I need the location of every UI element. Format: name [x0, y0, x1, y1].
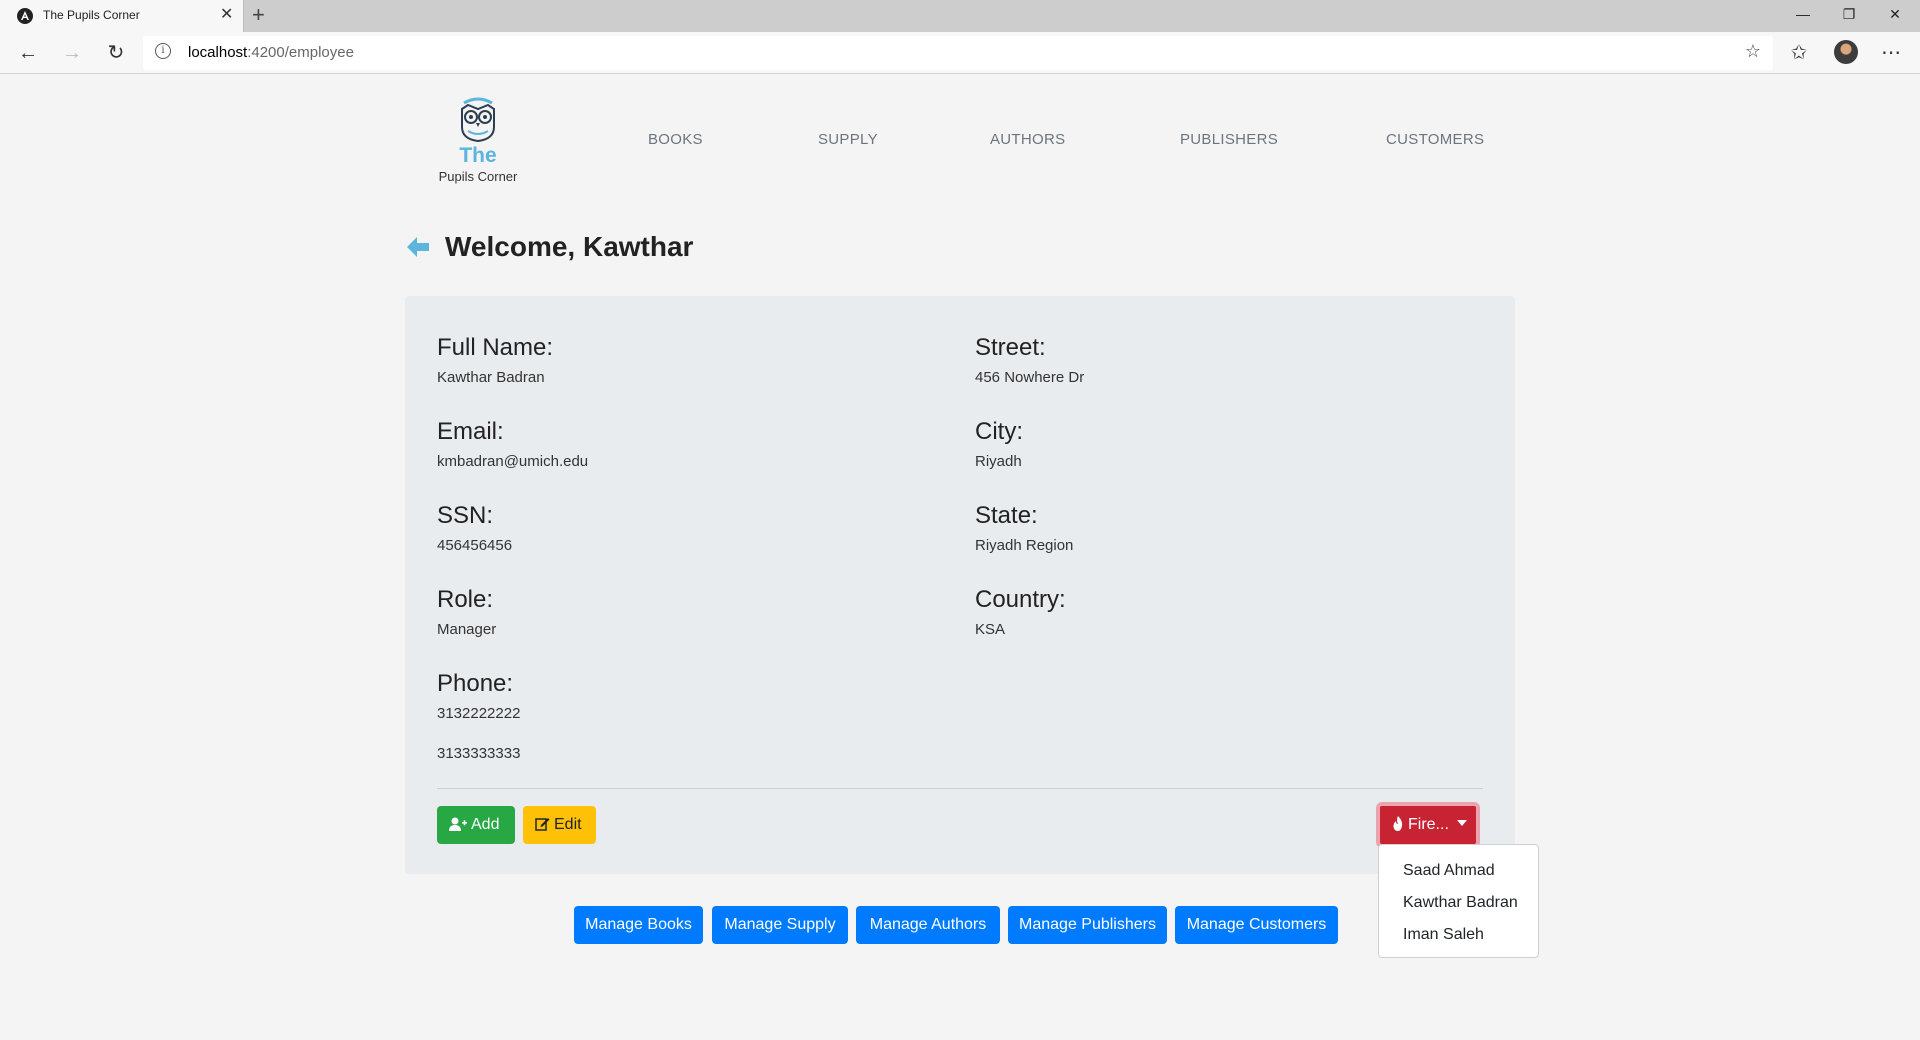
card-divider: [437, 788, 1483, 789]
full-name-value: Kawthar Badran: [437, 369, 545, 386]
fire-dropdown-button[interactable]: Fire...: [1378, 804, 1478, 846]
dropdown-item-iman-saleh[interactable]: Iman Saleh: [1379, 919, 1538, 951]
state-label: State:: [975, 502, 1038, 529]
phone-value-1: 3132222222: [437, 705, 521, 722]
email-label: Email:: [437, 418, 504, 445]
browser-tab-strip: The Pupils Corner ✕ + — ❐ ✕: [0, 0, 1920, 32]
role-value: Manager: [437, 621, 497, 638]
profile-avatar[interactable]: [1834, 40, 1858, 64]
logo-name-text: Pupils Corner: [438, 169, 518, 184]
back-arrow-icon[interactable]: [405, 235, 431, 259]
restore-icon[interactable]: ❐: [1826, 0, 1872, 32]
employee-profile-card: Full Name: Kawthar Badran Email: kmbadra…: [405, 296, 1515, 874]
url-host: localhost: [188, 44, 248, 61]
caret-down-icon: [1456, 820, 1467, 826]
owl-logo-icon: [461, 97, 495, 143]
page-title: Welcome, Kawthar: [445, 231, 694, 262]
nav-publishers[interactable]: PUBLISHERS: [1180, 131, 1278, 148]
email-value: kmbadran@umich.edu: [437, 453, 589, 470]
city-value: Riyadh: [975, 453, 1022, 470]
manage-customers-button[interactable]: Manage Customers: [1175, 906, 1338, 944]
country-value: KSA: [975, 621, 1006, 638]
country-label: Country:: [975, 586, 1066, 613]
site-info-icon[interactable]: i: [155, 43, 171, 59]
ssn-label: SSN:: [437, 502, 494, 529]
edit-button-label: Edit: [554, 816, 582, 833]
add-employee-button[interactable]: Add: [437, 806, 515, 844]
nav-books[interactable]: BOOKS: [648, 131, 703, 148]
phone-label: Phone:: [437, 670, 514, 697]
tab-title: The Pupils Corner: [43, 8, 140, 22]
add-button-label: Add: [471, 816, 500, 833]
url-text[interactable]: localhost:4200/employee: [188, 44, 354, 61]
favorites-icon[interactable]: ✩: [1784, 38, 1814, 68]
manage-publishers-button[interactable]: Manage Publishers: [1008, 906, 1167, 944]
address-bar[interactable]: i localhost:4200/employee ☆: [143, 36, 1773, 70]
minimize-icon[interactable]: —: [1780, 0, 1826, 32]
fire-icon: [1393, 816, 1403, 831]
ssn-value: 456456456: [437, 537, 513, 554]
reload-icon[interactable]: ↻: [101, 38, 131, 68]
manage-books-button[interactable]: Manage Books: [574, 906, 703, 944]
fire-button-label: Fire...: [1408, 816, 1449, 833]
angular-icon: [17, 8, 33, 24]
street-value: 456 Nowhere Dr: [975, 369, 1085, 386]
manage-authors-button[interactable]: Manage Authors: [856, 906, 1000, 944]
phone-value-2: 3133333333: [437, 745, 521, 762]
more-menu-icon[interactable]: ⋯: [1876, 38, 1906, 68]
forward-icon[interactable]: →: [57, 38, 87, 68]
state-value: Riyadh Region: [975, 537, 1074, 554]
city-label: City:: [975, 418, 1023, 445]
close-tab-icon[interactable]: ✕: [220, 5, 233, 25]
site-logo[interactable]: The Pupils Corner: [430, 97, 526, 193]
dropdown-item-kawthar-badran[interactable]: Kawthar Badran: [1379, 887, 1538, 919]
logo-the-text: The: [459, 144, 497, 167]
street-label: Street:: [975, 334, 1046, 361]
browser-toolbar: ← → ↻ i localhost:4200/employee ☆ ✩ ⋯: [0, 32, 1920, 74]
browser-tab[interactable]: The Pupils Corner ✕: [0, 0, 244, 32]
dropdown-item-saad-ahmad[interactable]: Saad Ahmad: [1379, 855, 1538, 887]
manage-supply-button[interactable]: Manage Supply: [712, 906, 848, 944]
favorite-star-icon[interactable]: ☆: [1745, 41, 1761, 62]
fire-dropdown-menu: Saad Ahmad Kawthar Badran Iman Saleh: [1378, 844, 1539, 958]
new-tab-icon[interactable]: +: [252, 2, 265, 28]
edit-employee-button[interactable]: Edit: [523, 806, 596, 844]
role-label: Role:: [437, 586, 494, 613]
url-path: :4200/employee: [247, 44, 354, 61]
nav-customers[interactable]: CUSTOMERS: [1386, 131, 1484, 148]
full-name-label: Full Name:: [437, 334, 554, 361]
user-plus-icon: [449, 817, 467, 831]
edit-icon: [535, 818, 550, 831]
nav-authors[interactable]: AUTHORS: [990, 131, 1065, 148]
page-content: The Pupils Corner BOOKS SUPPLY AUTHORS P…: [0, 75, 1920, 1040]
back-icon[interactable]: ←: [13, 38, 43, 68]
window-close-icon[interactable]: ✕: [1872, 0, 1918, 32]
nav-supply[interactable]: SUPPLY: [818, 131, 878, 148]
